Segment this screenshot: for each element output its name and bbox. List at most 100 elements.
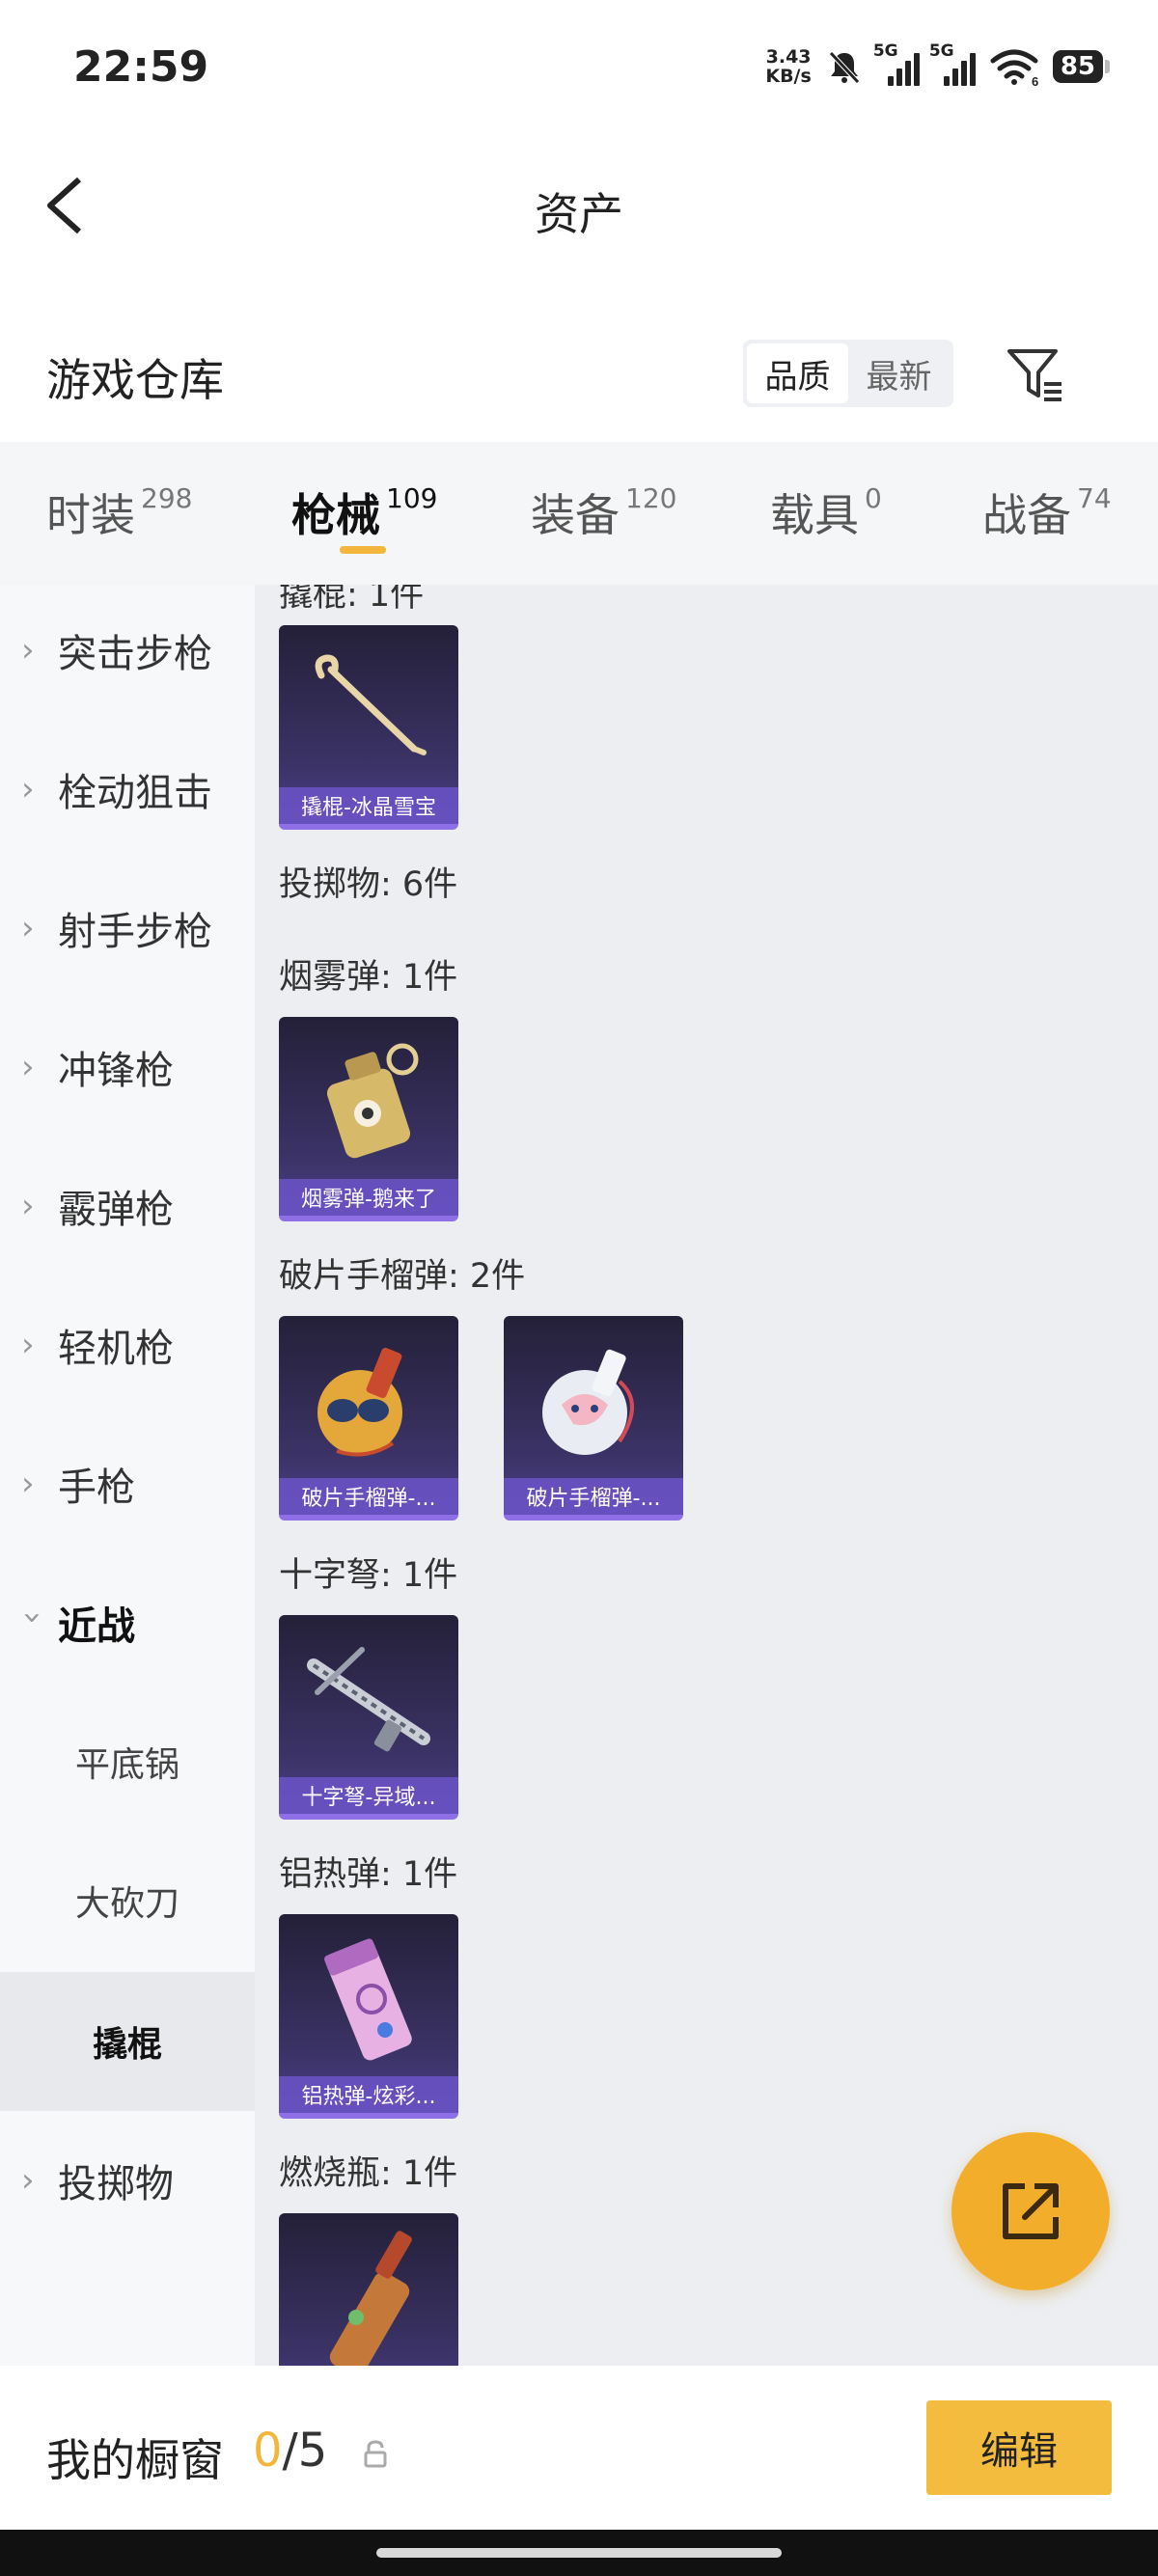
- net-speed: 3.43 KB/s: [765, 47, 811, 86]
- sidebar-item-label: 突击步枪: [58, 632, 212, 676]
- battery-level: 85: [1052, 50, 1103, 83]
- tab-count: 0: [865, 482, 882, 514]
- tab-label: 枪械: [291, 489, 380, 541]
- item-card-name: 撬棍-冰晶雪宝: [279, 787, 458, 824]
- status-icons: 3.43 KB/s 5G 5G 6 85: [765, 41, 1110, 91]
- warehouse-header: 游戏仓库 品质 最新: [0, 318, 1158, 434]
- item-card[interactable]: 烟雾弹-鹅来了: [279, 1017, 458, 1221]
- page-title: 资产: [535, 188, 623, 240]
- item-card[interactable]: 十字弩-异域...: [279, 1615, 458, 1820]
- net-speed-unit: KB/s: [765, 66, 812, 87]
- weapon-type-sidebar: › 突击步枪 › 栓动狙击 › 射手步枪 › 冲锋枪 › 霰弹枪 › 轻机枪 ›…: [0, 585, 255, 2366]
- sidebar-item-pistol[interactable]: › 手枪: [0, 1414, 255, 1553]
- sort-by-quality[interactable]: 品质: [747, 343, 848, 403]
- tab-equipment[interactable]: 装备 120: [531, 480, 676, 544]
- sidebar-item-assault-rifle[interactable]: › 突击步枪: [0, 581, 255, 720]
- section-label-crossbow: 十字弩: 1件: [279, 1556, 458, 1595]
- sidebar-item-label: 霰弹枪: [58, 1188, 174, 1232]
- tab-count: 120: [625, 482, 677, 514]
- showcase-bar: 我的橱窗 0/5 编辑: [0, 2366, 1158, 2530]
- sidebar-item-lmg[interactable]: › 轻机枪: [0, 1275, 255, 1414]
- item-card-name: 破片手榴弹-...: [279, 1478, 458, 1515]
- item-card[interactable]: [279, 2213, 458, 2366]
- net-speed-value: 3.43: [765, 46, 812, 68]
- thermite-grenade-icon: [324, 1938, 412, 2061]
- wifi-icon: 6: [990, 49, 1038, 86]
- showcase-current: 0: [253, 2424, 283, 2478]
- crowbar-icon: [315, 654, 427, 755]
- item-card[interactable]: 铝热弹-炫彩...: [279, 1914, 458, 2119]
- sidebar-item-label: 栓动狙击: [58, 771, 212, 815]
- section-heading-throwables: 投掷物: 6件: [279, 865, 458, 904]
- tab-label: 载具: [770, 489, 859, 541]
- sidebar-item-label: 冲锋枪: [58, 1049, 174, 1093]
- chevron-down-icon: ›: [14, 1611, 52, 1625]
- sidebar-item-smg[interactable]: › 冲锋枪: [0, 998, 255, 1137]
- tab-count: 74: [1077, 482, 1112, 514]
- section-label-molotov: 燃烧瓶: 1件: [279, 2154, 458, 2193]
- tab-firearms[interactable]: 枪械 109: [291, 480, 437, 544]
- smoke-grenade-icon: [326, 1043, 419, 1159]
- crossbow-icon: [307, 1647, 430, 1752]
- tab-tactical-gear[interactable]: 战备 74: [982, 480, 1112, 544]
- filter-icon: [1007, 349, 1062, 401]
- item-card-name: 破片手榴弹-...: [504, 1478, 683, 1515]
- active-tab-indicator: [340, 546, 386, 554]
- wifi-tag: 6: [1032, 74, 1038, 86]
- sidebar-subitem-frying-pan[interactable]: 平底锅: [0, 1692, 255, 1831]
- lock-icon: [364, 2440, 387, 2468]
- edit-button[interactable]: 编辑: [926, 2400, 1112, 2495]
- chevron-right-icon: ›: [21, 2161, 35, 2200]
- home-indicator[interactable]: [376, 2548, 782, 2558]
- showcase-max: 5: [297, 2424, 328, 2478]
- cellular-signal-icon: 5G: [929, 41, 976, 86]
- showcase-count: 0/5: [253, 2424, 327, 2478]
- battery-icon: 85: [1052, 50, 1110, 83]
- tab-label: 装备: [531, 489, 620, 541]
- item-card-name: 十字弩-异域...: [279, 1777, 458, 1814]
- share-fab[interactable]: [951, 2132, 1110, 2290]
- system-nav-strip: [0, 2530, 1158, 2576]
- chevron-right-icon: ›: [21, 631, 35, 670]
- tab-label: 时装: [46, 489, 135, 541]
- chevron-right-icon: ›: [21, 1326, 35, 1364]
- sidebar-item-label: 轻机枪: [58, 1327, 174, 1371]
- status-time: 22:59: [73, 42, 209, 92]
- cellular-signal-icon: 5G: [873, 41, 920, 86]
- sidebar-item-marksman-rifle[interactable]: › 射手步枪: [0, 859, 255, 998]
- tab-vehicles[interactable]: 载具 0: [770, 480, 882, 544]
- sidebar-item-bolt-sniper[interactable]: › 栓动狙击: [0, 720, 255, 859]
- chevron-right-icon: ›: [21, 1048, 35, 1086]
- showcase-label: 我的橱窗: [46, 2434, 224, 2486]
- sidebar-item-label: 射手步枪: [58, 910, 212, 954]
- sidebar-item-throwables[interactable]: › 投掷物: [0, 2111, 255, 2250]
- sidebar-item-melee[interactable]: › 近战: [0, 1553, 255, 1692]
- chevron-right-icon: ›: [21, 1465, 35, 1503]
- showcase-separator: /: [282, 2424, 298, 2478]
- frag-grenade-icon: [542, 1349, 634, 1455]
- status-bar: 22:59 3.43 KB/s 5G 5G 6 85: [0, 0, 1158, 135]
- tab-label: 战备: [982, 489, 1071, 541]
- section-label-smoke: 烟雾弹: 1件: [279, 958, 458, 997]
- sidebar-subitem-crowbar[interactable]: 撬棍: [0, 1972, 255, 2111]
- tab-fashion[interactable]: 时装 298: [46, 480, 192, 544]
- molotov-icon: [329, 2231, 412, 2366]
- section-label-crowbar: 撬棍: 1件: [279, 585, 425, 615]
- item-card[interactable]: 破片手榴弹-...: [279, 1316, 458, 1521]
- filter-button[interactable]: [1004, 343, 1067, 407]
- item-card-name: 铝热弹-炫彩...: [279, 2076, 458, 2113]
- sort-toggle: 品质 最新: [743, 340, 953, 407]
- chevron-right-icon: ›: [21, 1187, 35, 1225]
- tab-count: 109: [386, 482, 438, 514]
- sidebar-item-label: 手枪: [58, 1466, 135, 1510]
- sidebar-item-shotgun[interactable]: › 霰弹枪: [0, 1137, 255, 1275]
- nav-bar: 资产: [0, 135, 1158, 280]
- sidebar-subitem-machete[interactable]: 大砍刀: [0, 1831, 255, 1970]
- sidebar-item-label: 投掷物: [58, 2162, 174, 2206]
- item-card[interactable]: 撬棍-冰晶雪宝: [279, 625, 458, 830]
- sort-by-newest[interactable]: 最新: [848, 343, 950, 403]
- chevron-right-icon: ›: [21, 770, 35, 808]
- category-tabs: 时装 298 枪械 109 装备 120 载具 0 战备 74: [0, 442, 1158, 585]
- items-content: 撬棍: 1件 撬棍-冰晶雪宝 投掷物: 6件 烟雾弹: 1件 烟雾弹-鹅来了 破…: [255, 585, 1158, 2366]
- item-card[interactable]: 破片手榴弹-...: [504, 1316, 683, 1521]
